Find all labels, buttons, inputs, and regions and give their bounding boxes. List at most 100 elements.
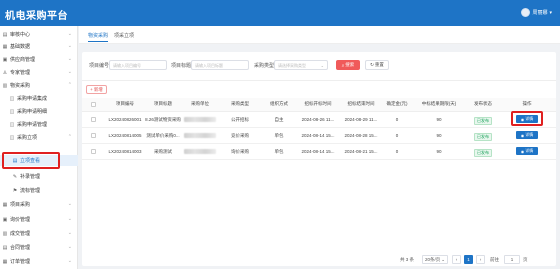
purchase-icon: ▥ <box>2 82 8 89</box>
chevron-up-icon: ⌃ <box>67 82 72 88</box>
purchase-type-label: 采购类型 <box>254 63 275 69</box>
sidebar: ▤ 审核中心 ⌄ ▦ 基础数据 ⌄ ▣ 供应商管理 ⌄ ♙ 专家管理 ⌄ ▥ 物资采购 ⌃ ◫ 采购申… <box>0 26 78 269</box>
document-icon: ◫ <box>9 134 15 141</box>
sidebar-item-material-purchase[interactable]: ▥ 物资采购 ⌃ <box>0 80 78 91</box>
pager-total: 共 3 条 <box>400 257 415 262</box>
user-name[interactable]: 周丽娜 <box>532 9 547 16</box>
top-bar: 机电采购平台 周丽娜 ▾ <box>0 0 560 26</box>
chevron-down-icon: ⌄ <box>441 256 446 262</box>
project-title-input[interactable]: 请输入项目标题 <box>191 60 249 70</box>
row-checkbox[interactable] <box>91 133 96 138</box>
sidebar-item-audit-center[interactable]: ▤ 审核中心 ⌄ <box>0 29 78 40</box>
chevron-down-icon: ⌄ <box>67 244 72 250</box>
cell-project-title: 测试单价采购0... <box>146 133 180 138</box>
cell-open-time: 2024-08-14 15... <box>301 133 335 138</box>
col-project-title: 项目标题 <box>154 101 172 106</box>
col-org-method: 组织方式 <box>270 101 288 106</box>
sidebar-item-order[interactable]: ▦ 订单管理 ⌄ <box>0 256 78 267</box>
sidebar-item-supplier[interactable]: ▣ 供应商管理 ⌄ <box>0 54 78 65</box>
project-no-input[interactable]: 请输入项目编号 <box>109 60 167 70</box>
search-icon: ⌕ <box>341 62 345 68</box>
cell-org-method: 单包 <box>274 149 284 154</box>
cell-result-days: 90 <box>436 133 442 138</box>
search-button[interactable]: ⌕ 搜索 <box>336 60 360 70</box>
cell-end-time: 2024-08-29 11... <box>344 117 378 122</box>
col-open-time: 招标开标时间 <box>304 101 332 106</box>
sidebar-item-deal[interactable]: ▥ 成交管理 ⌄ <box>0 228 78 239</box>
col-end-time: 招标结束时间 <box>347 101 375 106</box>
sidebar-item-supplement[interactable]: ✎ 补录管理 <box>0 171 78 182</box>
col-amount: 确定金(元) <box>386 101 408 106</box>
chevron-down-icon: ⌄ <box>67 216 72 222</box>
sidebar-item-request-manage[interactable]: ◫ 采购申请管理 <box>0 119 78 130</box>
user-menu[interactable]: 周丽娜 ▾ <box>521 8 552 17</box>
cell-purchase-type: 询价采购 <box>231 149 249 154</box>
detail-button[interactable]: ◉ 详情 <box>516 131 538 139</box>
flag-icon: ⚑ <box>12 187 18 194</box>
goto-page-input[interactable]: 1 <box>504 255 520 264</box>
reset-button[interactable]: ↻ 重置 <box>365 60 389 70</box>
goto-suffix: 页 <box>523 257 528 262</box>
supplier-icon: ▣ <box>2 56 8 63</box>
detail-button[interactable]: ◉ 详情 <box>516 147 538 155</box>
select-all-checkbox[interactable] <box>91 102 96 107</box>
document-icon: ◫ <box>9 108 15 115</box>
expert-icon: ♙ <box>2 69 8 76</box>
sidebar-item-base-data[interactable]: ▦ 基础数据 ⌄ <box>0 41 78 52</box>
status-badge: 已发布 <box>474 149 492 157</box>
page-size-select[interactable]: 20条/页 ⌄ <box>422 255 448 264</box>
chevron-down-icon: ⌄ <box>67 230 72 236</box>
chevron-down-icon: ⌄ <box>67 31 72 37</box>
contract-icon: ▤ <box>2 244 8 251</box>
sidebar-item-request-integration[interactable]: ◫ 采购申请集成 <box>0 93 78 104</box>
sidebar-item-project-setup[interactable]: ◫ 采购立项 ⌃ <box>0 132 78 143</box>
chevron-down-icon: ⌄ <box>67 56 72 62</box>
edit-icon: ✎ <box>12 173 18 180</box>
add-button[interactable]: + 新增 <box>86 85 107 94</box>
tab-material-purchase[interactable]: 物资采购 <box>88 32 109 42</box>
sidebar-item-failed-bid[interactable]: ⚑ 流标管理 <box>0 185 78 196</box>
chevron-up-icon: ⌃ <box>67 134 72 140</box>
cell-purchase-type: 公开招标 <box>231 117 249 122</box>
document-icon: ◫ <box>9 95 15 102</box>
cell-purchase-unit-redacted <box>184 133 216 138</box>
col-status: 发布状态 <box>474 101 492 106</box>
prev-page-button[interactable]: ‹ <box>452 255 461 264</box>
cell-amount: 0 <box>395 133 399 138</box>
next-page-button[interactable]: › <box>476 255 485 264</box>
avatar[interactable] <box>521 8 531 17</box>
cell-amount: 0 <box>395 149 399 154</box>
chevron-down-icon[interactable]: ▾ <box>549 10 552 16</box>
cell-open-time: 2024-08-14 15... <box>301 149 335 154</box>
tab-separator: | <box>107 32 109 38</box>
chevron-left-icon: ‹ <box>455 257 458 262</box>
cell-project-no: LX20240814003 <box>108 149 142 154</box>
row-checkbox[interactable] <box>91 149 96 154</box>
page-number-current[interactable]: 1 <box>464 255 473 264</box>
chevron-down-icon: ⌄ <box>67 43 72 49</box>
tabs-bar: 物资采购 | 项采立项 <box>79 26 560 44</box>
sidebar-item-request-detail[interactable]: ◫ 采购申请明细 <box>0 106 78 117</box>
inquiry-icon: ▣ <box>2 216 8 223</box>
goto-label: 前往 <box>490 257 499 262</box>
sidebar-item-inquiry[interactable]: ▣ 询价管理 ⌄ <box>0 214 78 225</box>
sidebar-item-expert[interactable]: ♙ 专家管理 ⌄ <box>0 67 78 78</box>
status-badge: 已发布 <box>474 133 492 141</box>
sidebar-item-project-purchase[interactable]: ▦ 项目采购 ⌄ <box>0 199 78 210</box>
chevron-right-icon: › <box>479 257 482 262</box>
cell-amount: 0 <box>395 117 399 122</box>
database-icon: ▦ <box>2 43 8 50</box>
col-purchase-unit: 采购单位 <box>191 101 209 106</box>
chevron-down-icon: ⌄ <box>67 201 72 207</box>
project-icon: ▦ <box>2 201 8 208</box>
eye-icon: ◉ <box>520 132 525 138</box>
row-checkbox[interactable] <box>91 117 96 122</box>
plus-icon: + <box>90 87 93 92</box>
tab-project-setup[interactable]: 项采立项 <box>114 32 134 39</box>
cell-purchase-type: 竞价采购 <box>231 133 249 138</box>
deal-icon: ▥ <box>2 230 8 237</box>
col-result-days: 中标结果期限(天) <box>421 101 457 106</box>
chevron-down-icon: ⌄ <box>320 63 324 68</box>
sidebar-item-contract[interactable]: ▤ 合同管理 ⌄ <box>0 242 78 253</box>
purchase-type-select[interactable]: 请选择采购类型 ⌄ <box>274 60 328 70</box>
